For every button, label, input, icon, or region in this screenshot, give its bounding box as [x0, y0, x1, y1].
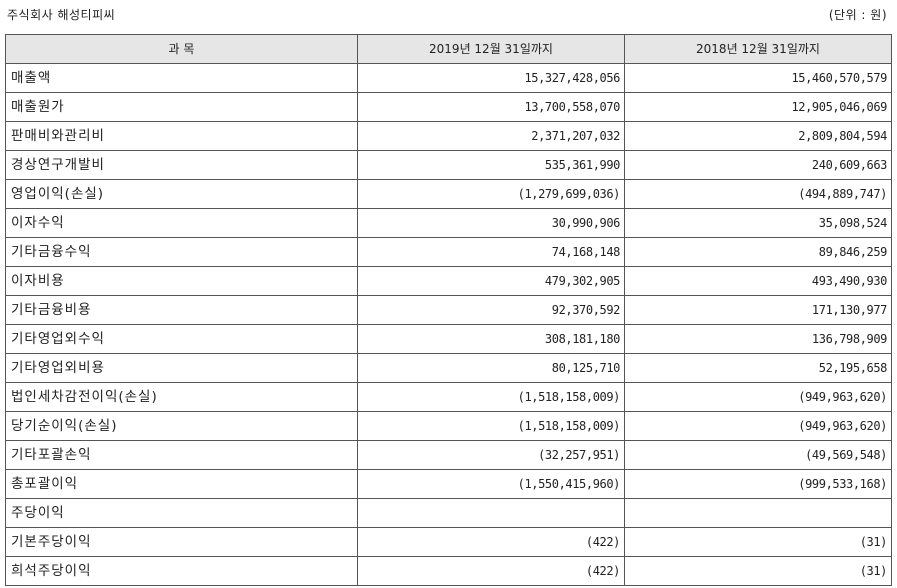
value-2019: 74,168,148	[357, 237, 625, 267]
value-2019: 15,327,428,056	[357, 63, 625, 93]
row-label: 기본주당이익	[5, 527, 358, 557]
value-2019: (1,279,699,036)	[357, 179, 625, 209]
table-row: 매출액 15,327,428,056 15,460,570,579	[5, 63, 892, 93]
column-header-2018: 2018년 12월 31일까지	[624, 34, 892, 64]
row-label: 매출원가	[5, 92, 358, 122]
row-label: 기타포괄손익	[5, 440, 358, 470]
value-2019: (32,257,951)	[357, 440, 625, 470]
row-label: 경상연구개발비	[5, 150, 358, 180]
row-label: 당기순이익(손실)	[5, 411, 358, 441]
value-2018: 171,130,977	[624, 295, 892, 325]
top-bar: 주식회사 해성티피씨 (단위 : 원)	[0, 0, 897, 34]
value-2018: 493,490,930	[624, 266, 892, 296]
value-2019: (422)	[357, 556, 625, 586]
table-row: 기타영업외수익 308,181,180 136,798,909	[5, 324, 892, 354]
row-label: 영업이익(손실)	[5, 179, 358, 209]
table-row: 기타영업외비용 80,125,710 52,195,658	[5, 353, 892, 383]
table-row: 총포괄이익 (1,550,415,960) (999,533,168)	[5, 469, 892, 499]
row-label: 기타영업외비용	[5, 353, 358, 383]
row-label: 판매비와관리비	[5, 121, 358, 151]
value-2019: 92,370,592	[357, 295, 625, 325]
table-row: 이자수익 30,990,906 35,098,524	[5, 208, 892, 238]
table-row: 기타금융수익 74,168,148 89,846,259	[5, 237, 892, 267]
row-label: 희석주당이익	[5, 556, 358, 586]
row-label: 주당이익	[5, 498, 358, 528]
row-label: 기타금융비용	[5, 295, 358, 325]
table-row: 경상연구개발비 535,361,990 240,609,663	[5, 150, 892, 180]
row-label: 기타영업외수익	[5, 324, 358, 354]
table-row: 기타금융비용 92,370,592 171,130,977	[5, 295, 892, 325]
company-name: 주식회사 해성티피씨	[7, 8, 116, 22]
value-2019: (1,550,415,960)	[357, 469, 625, 499]
value-2019: 13,700,558,070	[357, 92, 625, 122]
value-2018: (31)	[624, 556, 892, 586]
value-2018: 15,460,570,579	[624, 63, 892, 93]
row-label: 법인세차감전이익(손실)	[5, 382, 358, 412]
table-row: 매출원가 13,700,558,070 12,905,046,069	[5, 92, 892, 122]
table-header-row: 과 목 2019년 12월 31일까지 2018년 12월 31일까지	[5, 34, 892, 64]
value-2018	[624, 498, 892, 528]
value-2019: (1,518,158,009)	[357, 411, 625, 441]
value-2018: (999,533,168)	[624, 469, 892, 499]
row-label: 매출액	[5, 63, 358, 93]
value-2018: 240,609,663	[624, 150, 892, 180]
value-2018: 2,809,804,594	[624, 121, 892, 151]
value-2018: 52,195,658	[624, 353, 892, 383]
value-2019: 308,181,180	[357, 324, 625, 354]
value-2019	[357, 498, 625, 528]
value-2019: 479,302,905	[357, 266, 625, 296]
table-row: 법인세차감전이익(손실) (1,518,158,009) (949,963,62…	[5, 382, 892, 412]
value-2018: 35,098,524	[624, 208, 892, 238]
value-2018: (949,963,620)	[624, 382, 892, 412]
value-2019: (1,518,158,009)	[357, 382, 625, 412]
table-row: 영업이익(손실) (1,279,699,036) (494,889,747)	[5, 179, 892, 209]
value-2019: 2,371,207,032	[357, 121, 625, 151]
value-2018: 12,905,046,069	[624, 92, 892, 122]
value-2019: 30,990,906	[357, 208, 625, 238]
row-label: 총포괄이익	[5, 469, 358, 499]
column-header-2019: 2019년 12월 31일까지	[357, 34, 625, 64]
value-2019: 80,125,710	[357, 353, 625, 383]
value-2019: (422)	[357, 527, 625, 557]
value-2018: 89,846,259	[624, 237, 892, 267]
table-row: 희석주당이익 (422) (31)	[5, 556, 892, 586]
value-2018: (31)	[624, 527, 892, 557]
value-2018: (49,569,548)	[624, 440, 892, 470]
table-row: 이자비용 479,302,905 493,490,930	[5, 266, 892, 296]
table-row: 주당이익	[5, 498, 892, 528]
unit-label: (단위 : 원)	[828, 8, 887, 22]
row-label: 기타금융수익	[5, 237, 358, 267]
table-row: 기타포괄손익 (32,257,951) (49,569,548)	[5, 440, 892, 470]
table-row: 기본주당이익 (422) (31)	[5, 527, 892, 557]
income-statement-table: 과 목 2019년 12월 31일까지 2018년 12월 31일까지 매출액 …	[5, 34, 892, 586]
row-label: 이자수익	[5, 208, 358, 238]
column-header-item: 과 목	[5, 34, 358, 64]
row-label: 이자비용	[5, 266, 358, 296]
value-2018: (494,889,747)	[624, 179, 892, 209]
value-2019: 535,361,990	[357, 150, 625, 180]
value-2018: 136,798,909	[624, 324, 892, 354]
value-2018: (949,963,620)	[624, 411, 892, 441]
table-row: 판매비와관리비 2,371,207,032 2,809,804,594	[5, 121, 892, 151]
table-row: 당기순이익(손실) (1,518,158,009) (949,963,620)	[5, 411, 892, 441]
